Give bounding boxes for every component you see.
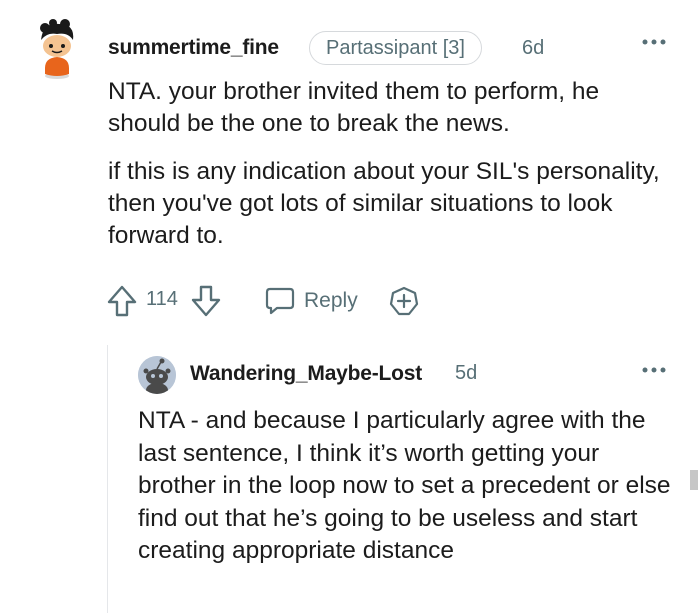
user-flair-label: Partassipant [3] <box>326 37 465 59</box>
comment-author[interactable]: summertime_fine <box>108 36 279 60</box>
reply-button[interactable]: Reply <box>264 284 358 318</box>
reply-author[interactable]: Wandering_Maybe-Lost <box>190 362 422 386</box>
vote-score: 114 <box>146 288 178 310</box>
reply-body: NTA - and because I particularly agree w… <box>138 407 671 564</box>
upvote-icon[interactable] <box>106 284 138 318</box>
snoo-avatar-icon <box>40 19 74 79</box>
comment-body: NTA. your brother invited them to perfor… <box>108 76 678 268</box>
default-snoo-icon <box>138 356 176 394</box>
more-options-icon[interactable] <box>640 32 668 52</box>
award-icon[interactable] <box>388 285 420 317</box>
comment-timestamp: 6d <box>522 37 545 59</box>
thread-line <box>107 345 108 613</box>
user-flair: Partassipant [3] <box>309 31 482 65</box>
more-options-icon[interactable] <box>640 360 668 380</box>
comment-paragraph: if this is any indication about your SIL… <box>108 158 660 249</box>
scrollbar-thumb[interactable] <box>690 470 698 490</box>
downvote-icon[interactable] <box>190 284 222 318</box>
reply-label: Reply <box>304 289 358 312</box>
comment-paragraph: NTA. your brother invited them to perfor… <box>108 78 600 137</box>
avatar[interactable] <box>35 18 79 80</box>
reply-timestamp: 5d <box>455 362 478 384</box>
avatar[interactable] <box>138 356 176 394</box>
reply-icon <box>265 287 295 315</box>
